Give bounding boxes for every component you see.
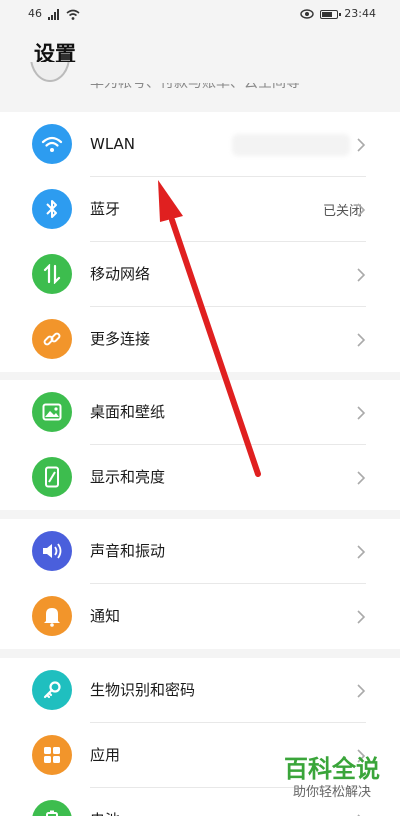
- battery-status-icon: [320, 9, 342, 19]
- wifi-icon: [32, 124, 72, 164]
- apps-grid-icon: [32, 735, 72, 775]
- watermark-logo: 百科全说 助你轻松解决: [272, 754, 392, 802]
- settings-item-label: 生物识别和密码: [90, 681, 196, 699]
- avatar: [30, 62, 70, 82]
- key-icon: [32, 670, 72, 710]
- chevron-right-icon: [357, 814, 361, 816]
- settings-item-wlan[interactable]: WLAN: [0, 112, 400, 177]
- battery-icon: [32, 800, 72, 816]
- settings-item-biometrics-password[interactable]: 生物识别和密码: [0, 658, 400, 723]
- speaker-icon: [32, 531, 72, 571]
- chevron-right-icon: [357, 471, 366, 485]
- signal-icon: [48, 8, 59, 20]
- settings-item-display-brightness[interactable]: 显示和亮度: [0, 445, 400, 510]
- settings-item-label: 更多连接: [90, 330, 151, 348]
- image-icon: [32, 392, 72, 432]
- chevron-right-icon: [357, 138, 366, 152]
- settings-item-more-connections[interactable]: 更多连接: [0, 307, 400, 372]
- link-icon: [32, 319, 72, 359]
- chevron-right-icon: [357, 333, 366, 347]
- settings-group-sound: 声音和振动 通知: [0, 519, 400, 649]
- bell-icon: [32, 596, 72, 636]
- status-bar: 46 23:44: [0, 0, 400, 28]
- watermark-title: 百科全说: [284, 755, 380, 783]
- wifi-status-icon: [66, 9, 80, 20]
- chevron-right-icon: [357, 684, 366, 698]
- chevron-right-icon: [357, 268, 366, 282]
- settings-item-label: WLAN: [90, 135, 136, 153]
- eye-comfort-icon: [300, 9, 314, 19]
- status-left: 46: [28, 7, 80, 21]
- settings-item-label: 显示和亮度: [90, 468, 166, 486]
- settings-item-home-wallpaper[interactable]: 桌面和壁纸: [0, 380, 400, 445]
- account-row[interactable]: 华为帐号、付款与账单、云空间等: [0, 62, 400, 96]
- network-type-label: 46: [28, 7, 42, 20]
- display-icon: [32, 457, 72, 497]
- settings-item-label: 桌面和壁纸: [90, 403, 166, 421]
- chevron-right-icon: [357, 610, 366, 624]
- chevron-right-icon: [357, 406, 366, 420]
- settings-item-label: 应用: [90, 746, 121, 764]
- wlan-network-name-redacted: [232, 134, 350, 156]
- status-right: 23:44: [300, 7, 376, 21]
- settings-item-label: 电池: [90, 810, 120, 816]
- settings-item-label: 通知: [90, 607, 121, 625]
- bluetooth-icon: [32, 189, 72, 229]
- settings-item-notifications[interactable]: 通知: [0, 584, 400, 649]
- settings-item-label: 蓝牙: [90, 200, 121, 218]
- settings-item-mobile-network[interactable]: 移动网络: [0, 242, 400, 307]
- settings-item-label: 移动网络: [90, 265, 151, 283]
- watermark-subtitle: 助你轻松解决: [292, 785, 371, 800]
- settings-item-sound-vibration[interactable]: 声音和振动: [0, 519, 400, 584]
- mobile-data-icon: [32, 254, 72, 294]
- chevron-right-icon: [357, 545, 366, 559]
- account-subtitle: 华为帐号、付款与账单、云空间等: [90, 75, 300, 91]
- settings-item-bluetooth[interactable]: 蓝牙 已关闭: [0, 177, 400, 242]
- clock: 23:44: [344, 7, 376, 20]
- settings-item-label: 声音和振动: [90, 542, 166, 560]
- chevron-right-icon: [357, 203, 366, 217]
- settings-group-display: 桌面和壁纸 显示和亮度: [0, 380, 400, 510]
- settings-group-connectivity: WLAN 蓝牙 已关闭 移动网络 更多连接: [0, 112, 400, 372]
